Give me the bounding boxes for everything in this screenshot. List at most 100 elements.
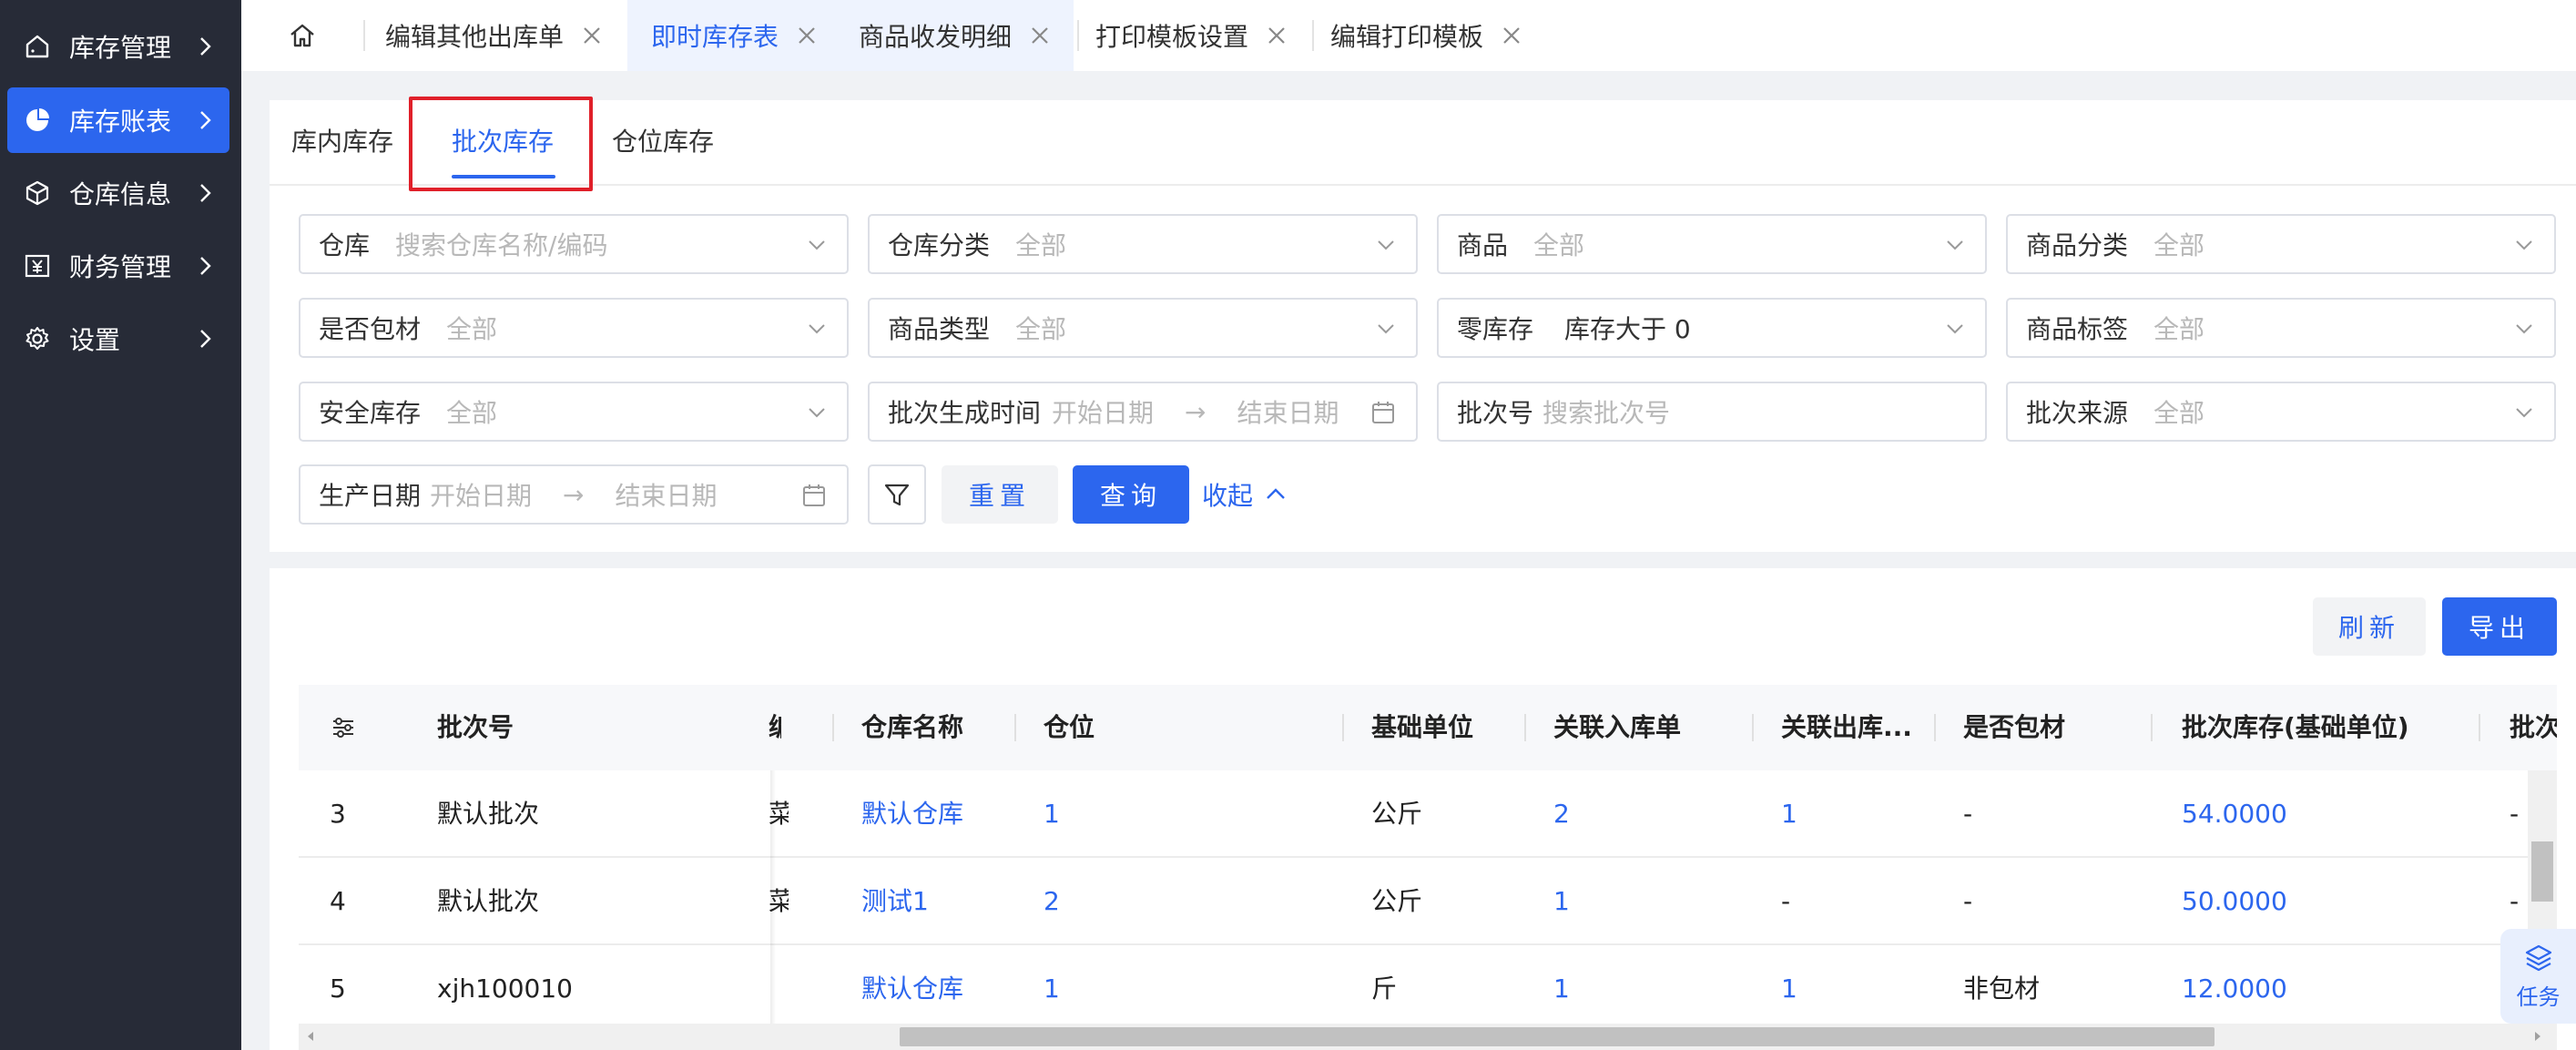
zero-stock-filter[interactable]: 零库存 库存大于 0	[1437, 298, 1987, 358]
column-header-warehouse-name[interactable]: 仓库名称	[861, 685, 963, 770]
cell-outbound-link[interactable]: 1	[1781, 945, 1797, 1033]
production-date-range-filter[interactable]: 生产日期 开始日期 → 结束日期	[299, 464, 849, 525]
table-row[interactable]: 4 默认批次 菜 测试1 2 公斤 1 - - 50.0000 -	[299, 858, 2530, 945]
column-header-is-packaging[interactable]: 是否包材	[1963, 685, 2065, 770]
end-date-input[interactable]: 结束日期	[1237, 393, 1339, 430]
pie-chart-icon	[22, 105, 53, 136]
scroll-left-icon[interactable]	[304, 1030, 317, 1043]
export-button[interactable]: 导出	[2442, 597, 2557, 656]
column-header-outbound-order[interactable]: 关联出库...	[1781, 685, 1934, 770]
column-settings-icon[interactable]	[330, 714, 357, 741]
calendar-icon	[1372, 402, 1394, 423]
close-icon[interactable]	[1502, 25, 1522, 46]
start-date-input[interactable]: 开始日期	[1052, 393, 1154, 430]
column-header-base-unit[interactable]: 基础单位	[1371, 685, 1473, 770]
cell-warehouse-link[interactable]: 测试1	[861, 858, 929, 945]
batch-source-filter[interactable]: 批次来源 全部	[2006, 382, 2556, 442]
task-label: 任务	[2516, 984, 2561, 1010]
sidebar-item-finance[interactable]: 财务管理	[7, 233, 229, 299]
product-category-filter[interactable]: 商品分类 全部	[2006, 214, 2556, 274]
filter-placeholder: 全部	[2153, 230, 2205, 260]
table-row[interactable]: 3 默认批次 菜 默认仓库 1 公斤 2 1 - 54.0000 -	[299, 770, 2530, 858]
scrollbar-thumb[interactable]	[900, 1027, 2215, 1046]
batch-no-filter[interactable]: 批次号 搜索批次号	[1437, 382, 1987, 442]
cell-inbound-link[interactable]: 1	[1553, 858, 1570, 945]
query-button[interactable]: 查询	[1073, 465, 1189, 524]
cell-location-link[interactable]: 1	[1044, 945, 1060, 1033]
close-icon[interactable]	[797, 25, 817, 46]
filter-label: 批次号	[1457, 398, 1534, 428]
column-header-location[interactable]: 仓位	[1044, 685, 1095, 770]
close-icon[interactable]	[582, 25, 602, 46]
scroll-right-icon[interactable]	[2531, 1030, 2544, 1043]
refresh-button[interactable]: 刷新	[2313, 597, 2426, 656]
safety-stock-filter[interactable]: 安全库存 全部	[299, 382, 849, 442]
cell-location-link[interactable]: 2	[1044, 858, 1060, 945]
reset-button[interactable]: 重置	[942, 465, 1058, 524]
column-header-truncated[interactable]: 批次	[2510, 685, 2557, 770]
column-header-inbound-order[interactable]: 关联入库单	[1553, 685, 1681, 770]
column-divider	[832, 714, 834, 741]
cell-inbound-link[interactable]: 1	[1553, 945, 1570, 1033]
cell-batch-stock-link[interactable]: 50.0000	[2182, 858, 2287, 945]
sidebar-item-settings[interactable]: 设置	[7, 306, 229, 372]
table-row[interactable]: 5 xjh100010 默认仓库 1 斤 1 1 非包材 12.0000	[299, 945, 2530, 1033]
subtab-location-stock[interactable]: 仓位库存	[612, 100, 714, 184]
task-floating-button[interactable]: 任务	[2500, 929, 2576, 1024]
warehouse-filter[interactable]: 仓库 搜索仓库名称/编码	[299, 214, 849, 274]
advanced-filter-button[interactable]	[868, 464, 926, 525]
tab-print-template-settings[interactable]: 打印模板设置	[1095, 0, 1287, 71]
column-header-batch-no[interactable]: 批次号	[437, 685, 514, 770]
sidebar-item-inventory-management[interactable]: 库存管理	[7, 14, 229, 79]
cell-inbound-link[interactable]: 2	[1553, 770, 1570, 858]
tab-home[interactable]	[241, 0, 363, 71]
sidebar-item-inventory-reports[interactable]: 库存账表	[7, 87, 229, 153]
cell-batch-stock-link[interactable]: 12.0000	[2182, 945, 2287, 1033]
cell-warehouse-link[interactable]: 默认仓库	[861, 945, 963, 1033]
batch-no-input[interactable]: 搜索批次号	[1543, 393, 1670, 430]
home-icon	[290, 24, 314, 47]
range-arrow-icon: →	[563, 479, 585, 510]
batch-time-range-filter[interactable]: 批次生成时间 开始日期 → 结束日期	[868, 382, 1418, 442]
product-type-filter[interactable]: 商品类型 全部	[868, 298, 1418, 358]
tab-label: 编辑其他出库单	[385, 22, 565, 52]
column-divider	[1934, 714, 1936, 741]
filter-placeholder: 全部	[1533, 230, 1585, 260]
tab-product-io-detail[interactable]: 商品收发明细	[859, 0, 1050, 71]
cell-base-unit: 斤	[1371, 974, 1398, 1004]
filter-placeholder: 全部	[2153, 398, 2205, 428]
chevron-down-icon	[2516, 408, 2532, 418]
filter-value: 库存大于 0	[1564, 314, 1691, 344]
cell-warehouse-link[interactable]: 默认仓库	[861, 770, 963, 858]
cell-location-link[interactable]: 1	[1044, 770, 1060, 858]
tab-divider	[363, 20, 365, 51]
collapse-toggle[interactable]: 收起	[1202, 465, 1288, 524]
close-icon[interactable]	[1030, 25, 1050, 46]
sidebar-item-label: 库存管理	[69, 33, 172, 63]
table-header: 批次号 编 仓库名称 仓位 基础单位 关联入库单 关联出库... 是否包材 批次…	[299, 685, 2557, 770]
column-header-batch-stock[interactable]: 批次库存(基础单位)	[2182, 685, 2409, 770]
collapse-label: 收起	[1202, 481, 1254, 511]
product-filter[interactable]: 商品 全部	[1437, 214, 1987, 274]
range-arrow-icon: →	[1185, 396, 1207, 427]
scrollbar-thumb[interactable]	[2531, 841, 2553, 902]
cell-outbound-link[interactable]: 1	[1781, 770, 1797, 858]
layers-icon	[2525, 944, 2551, 971]
end-date-input[interactable]: 结束日期	[616, 476, 718, 513]
close-icon[interactable]	[1267, 25, 1287, 46]
tab-edit-print-template[interactable]: 编辑打印模板	[1330, 0, 1522, 71]
tab-edit-other-outbound[interactable]: 编辑其他出库单	[385, 0, 616, 71]
cell-batch-stock-link[interactable]: 54.0000	[2182, 770, 2287, 858]
product-tag-filter[interactable]: 商品标签 全部	[2006, 298, 2556, 358]
start-date-input[interactable]: 开始日期	[430, 476, 532, 513]
horizontal-scrollbar[interactable]	[299, 1024, 2557, 1050]
filter-label: 批次来源	[2026, 398, 2129, 428]
chevron-down-icon	[1378, 324, 1394, 334]
warehouse-category-filter[interactable]: 仓库分类 全部	[868, 214, 1418, 274]
chevron-down-icon	[2516, 240, 2532, 250]
sidebar-item-warehouse-info[interactable]: 仓库信息	[7, 160, 229, 226]
subtab-in-warehouse-stock[interactable]: 库内库存	[291, 100, 393, 184]
column-header-truncated[interactable]: 编	[769, 685, 781, 770]
is-packaging-filter[interactable]: 是否包材 全部	[299, 298, 849, 358]
chevron-down-icon	[1378, 240, 1394, 250]
